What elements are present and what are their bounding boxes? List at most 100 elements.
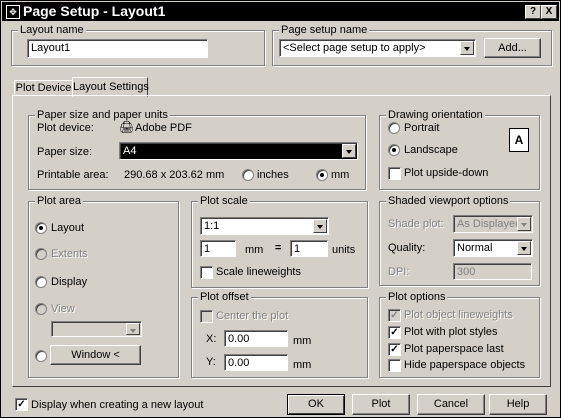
paper-size-group-label: Paper size and paper units [35, 109, 170, 121]
upside-down-checkbox[interactable] [388, 167, 401, 180]
tab-plot-device[interactable]: Plot Device [14, 80, 73, 96]
mm-radio[interactable] [316, 169, 328, 181]
plot-device-label: Plot device: [37, 122, 94, 134]
dpi-label: DPI: [388, 266, 410, 278]
scale-lineweights-checkbox[interactable] [200, 266, 213, 279]
paper-size-select[interactable]: A4 [119, 142, 358, 160]
tab-layout-settings[interactable]: Layout Settings [72, 77, 149, 97]
plot-object-lineweights-label: Plot object lineweights [404, 309, 513, 321]
chevron-down-icon [313, 219, 327, 233]
quality-select[interactable]: Normal [453, 239, 533, 257]
mm-label: mm [331, 169, 350, 181]
layout-name-label: Layout name [18, 24, 86, 36]
inches-radio[interactable] [242, 169, 254, 181]
paper-size-label: Paper size: [37, 146, 93, 158]
scale-units-label: units [332, 244, 356, 256]
title-bar[interactable]: ✥ Page Setup - Layout1 ? X [2, 2, 559, 21]
close-title-button[interactable]: X [541, 5, 557, 19]
chevron-down-icon [126, 323, 140, 335]
plot-offset-group: Plot offset Center the plot X: 0.00 mm Y… [191, 291, 368, 378]
plot-area-window-radio[interactable] [35, 350, 47, 362]
offset-y-unit: mm [293, 359, 312, 371]
offset-y-input[interactable]: 0.00 [224, 354, 288, 371]
scale-select[interactable]: 1:1 [200, 217, 329, 235]
plot-area-display-label: Display [51, 276, 88, 288]
shade-plot-select-value: As Displayed [457, 218, 522, 230]
scale-mm-label: mm [245, 244, 264, 256]
offset-x-input[interactable]: 0.00 [224, 330, 288, 347]
chevron-down-icon [517, 217, 531, 231]
scale-mm-input[interactable]: 1 [200, 240, 236, 257]
plot-options-group-label: Plot options [386, 291, 448, 303]
chevron-down-icon [460, 41, 474, 55]
plot-offset-group-label: Plot offset [198, 291, 251, 303]
help-title-button[interactable]: ? [525, 5, 541, 19]
landscape-radio[interactable] [388, 144, 400, 156]
layout-name-input[interactable]: Layout1 [27, 39, 208, 58]
page-setup-dialog: ✥ Page Setup - Layout1 ? X Layout name L… [0, 0, 561, 418]
plot-area-extents-label: Extents [51, 248, 88, 260]
orientation-group-label: Drawing orientation [386, 109, 485, 121]
paperspace-last-checkbox[interactable]: ✓ [388, 343, 401, 356]
dpi-input[interactable]: 300 [453, 263, 532, 280]
page-setup-select-value: <Select page setup to apply> [283, 42, 426, 54]
orientation-group: Drawing orientation Portrait Landscape P… [379, 109, 540, 190]
quality-label: Quality: [388, 242, 426, 254]
quality-select-value: Normal [457, 242, 493, 254]
view-select[interactable] [51, 321, 142, 337]
portrait-label: Portrait [404, 122, 440, 134]
plot-area-group: Plot area Layout Extents Display View Wi… [28, 195, 179, 378]
page-setup-name-label: Page setup name [279, 24, 370, 36]
scale-units-input[interactable]: 1 [290, 240, 328, 257]
help-button[interactable]: Help [489, 394, 547, 415]
plot-area-layout-label: Layout [51, 222, 85, 234]
scale-select-value: 1:1 [204, 220, 220, 232]
page-setup-name-group: Page setup name <Select page setup to ap… [272, 24, 552, 66]
plot-area-group-label: Plot area [35, 195, 84, 207]
plot-area-display-radio[interactable] [35, 276, 47, 288]
hide-paperspace-checkbox[interactable] [388, 359, 401, 372]
hide-paperspace-label: Hide paperspace objects [404, 359, 526, 371]
add-page-setup-button[interactable]: Add... [484, 38, 541, 58]
plot-options-group: Plot options ✓ Plot object lineweights ✓… [379, 291, 540, 378]
ok-button[interactable]: OK [287, 394, 345, 415]
plot-scale-group: Plot scale 1:1 1 mm = 1 units Scale line… [191, 195, 368, 288]
plot-scale-group-label: Plot scale [198, 195, 250, 207]
offset-x-unit: mm [293, 335, 312, 347]
plot-object-lineweights-checkbox[interactable]: ✓ [388, 309, 401, 322]
layout-name-group: Layout name Layout1 [11, 24, 265, 66]
landscape-orientation-icon: A [509, 128, 529, 152]
shaded-viewport-group-label: Shaded viewport options [386, 195, 511, 207]
window-select-button[interactable]: Window < [50, 345, 141, 365]
plot-device-value: Adobe PDF [135, 122, 192, 134]
landscape-label: Landscape [404, 144, 458, 156]
printable-area-value: 290.68 x 203.62 mm [124, 169, 225, 181]
app-icon: ✥ [6, 5, 20, 19]
offset-y-label: Y: [206, 356, 216, 368]
window-title: Page Setup - Layout1 [23, 3, 166, 19]
printer-icon: 🖨 [119, 120, 135, 134]
shade-plot-select[interactable]: As Displayed [453, 215, 533, 233]
plot-area-view-radio[interactable] [35, 303, 47, 315]
plot-area-extents-radio[interactable] [35, 248, 47, 260]
plot-with-styles-checkbox[interactable]: ✓ [388, 326, 401, 339]
display-new-layout-checkbox[interactable]: ✓ [15, 398, 28, 411]
page-setup-select[interactable]: <Select page setup to apply> [279, 39, 476, 57]
display-new-layout-label: Display when creating a new layout [31, 399, 204, 411]
paper-size-group: Paper size and paper units Plot device: … [28, 109, 366, 190]
upside-down-label: Plot upside-down [404, 167, 489, 179]
chevron-down-icon [342, 144, 356, 158]
cancel-button[interactable]: Cancel [417, 394, 485, 415]
scale-equals-label: = [275, 242, 282, 254]
offset-x-label: X: [206, 333, 217, 345]
scale-lineweights-label: Scale lineweights [216, 266, 301, 278]
plot-button[interactable]: Plot [352, 394, 410, 415]
shaded-viewport-group: Shaded viewport options Shade plot: As D… [379, 195, 540, 286]
inches-label: inches [257, 169, 289, 181]
center-plot-checkbox[interactable] [200, 310, 213, 323]
paperspace-last-label: Plot paperspace last [404, 343, 504, 355]
portrait-radio[interactable] [388, 122, 400, 134]
plot-with-styles-label: Plot with plot styles [404, 326, 498, 338]
plot-area-view-label: View [51, 303, 75, 315]
plot-area-layout-radio[interactable] [35, 222, 47, 234]
